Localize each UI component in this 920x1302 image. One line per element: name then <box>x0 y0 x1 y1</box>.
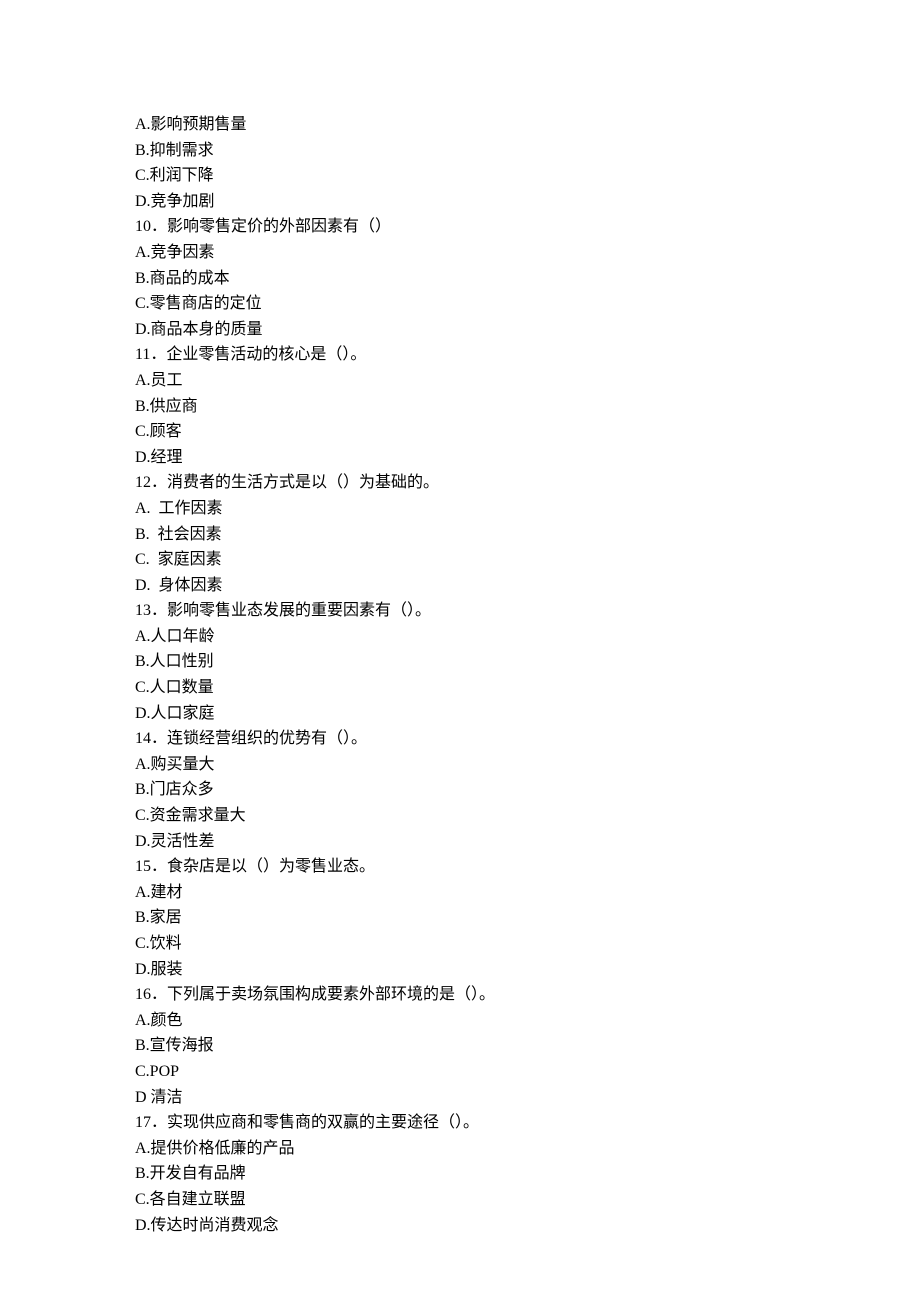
text-line: D.商品本身的质量 <box>135 317 920 343</box>
text-line: 11．企业零售活动的核心是（）。 <box>135 342 920 368</box>
text-line: D.灵活性差 <box>135 829 920 855</box>
text-line: B.宣传海报 <box>135 1033 920 1059</box>
text-line: B.开发自有品牌 <box>135 1161 920 1187</box>
text-line: D. 身体因素 <box>135 573 920 599</box>
text-line: D 清洁 <box>135 1085 920 1111</box>
text-line: D.经理 <box>135 445 920 471</box>
text-line: A. 工作因素 <box>135 496 920 522</box>
document-page: A.影响预期售量 B.抑制需求 C.利润下降 D.竞争加剧 10．影响零售定价的… <box>0 0 920 1298</box>
text-line: 10．影响零售定价的外部因素有（） <box>135 214 920 240</box>
text-line: C.顾客 <box>135 419 920 445</box>
text-line: B.商品的成本 <box>135 266 920 292</box>
text-line: D.服装 <box>135 957 920 983</box>
text-line: C.各自建立联盟 <box>135 1187 920 1213</box>
text-line: C.人口数量 <box>135 675 920 701</box>
text-line: 15．食杂店是以（）为零售业态。 <box>135 854 920 880</box>
text-line: C.POP <box>135 1059 920 1085</box>
text-line: C. 家庭因素 <box>135 547 920 573</box>
text-line: A.竞争因素 <box>135 240 920 266</box>
text-line: C.资金需求量大 <box>135 803 920 829</box>
text-line: D.竞争加剧 <box>135 189 920 215</box>
text-line: B.门店众多 <box>135 777 920 803</box>
text-line: A.颜色 <box>135 1008 920 1034</box>
text-line: B.人口性别 <box>135 649 920 675</box>
text-line: A.提供价格低廉的产品 <box>135 1136 920 1162</box>
text-line: 14．连锁经营组织的优势有（）。 <box>135 726 920 752</box>
text-line: 16．下列属于卖场氛围构成要素外部环境的是（）。 <box>135 982 920 1008</box>
text-line: 13．影响零售业态发展的重要因素有（）。 <box>135 598 920 624</box>
text-line: B. 社会因素 <box>135 522 920 548</box>
text-line: A.影响预期售量 <box>135 112 920 138</box>
text-line: D.人口家庭 <box>135 701 920 727</box>
text-line: A.建材 <box>135 880 920 906</box>
text-line: B.抑制需求 <box>135 138 920 164</box>
text-line: C.饮料 <box>135 931 920 957</box>
text-line: D.传达时尚消费观念 <box>135 1213 920 1239</box>
text-line: 12．消费者的生活方式是以（）为基础的。 <box>135 470 920 496</box>
text-line: B.家居 <box>135 905 920 931</box>
text-line: B.供应商 <box>135 394 920 420</box>
text-line: C.零售商店的定位 <box>135 291 920 317</box>
text-line: A.人口年龄 <box>135 624 920 650</box>
text-line: 17．实现供应商和零售商的双赢的主要途径（）。 <box>135 1110 920 1136</box>
text-line: C.利润下降 <box>135 163 920 189</box>
text-line: A.购买量大 <box>135 752 920 778</box>
text-line: A.员工 <box>135 368 920 394</box>
